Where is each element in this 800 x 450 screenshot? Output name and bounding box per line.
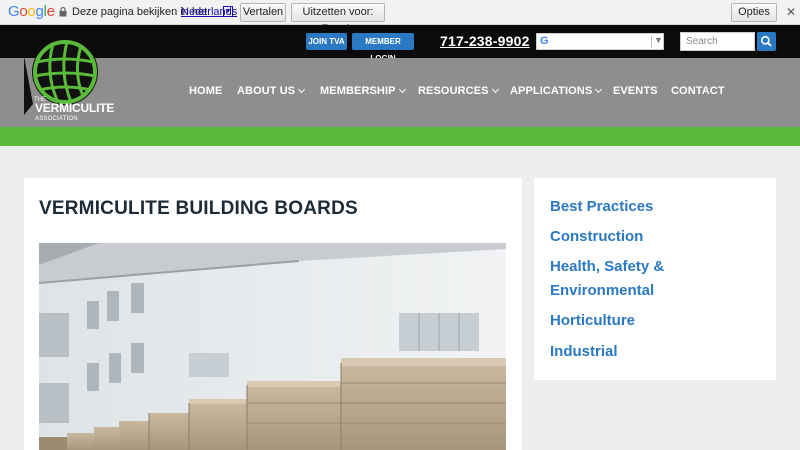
sidebar-link-best-practices[interactable]: Best Practices [550, 195, 653, 219]
logo-wordmark: VERMICULITE [35, 101, 115, 115]
sidebar-link-industrial[interactable]: Industrial [550, 340, 618, 364]
chevron-down-icon [298, 85, 306, 94]
search-icon [760, 35, 772, 47]
close-icon[interactable]: ✕ [786, 5, 796, 19]
join-button[interactable]: JOIN TVA [306, 33, 347, 50]
turn-off-translate-button[interactable]: Uitzetten voor: Engels [291, 3, 385, 35]
sidebar-link-health-safety[interactable]: Health, Safety & [550, 255, 664, 279]
phone-link[interactable]: 717-238-9902 [440, 33, 530, 49]
translate-bar: Google Deze pagina bekijken in het: Nede… [0, 0, 800, 35]
google-g-icon: G [540, 35, 549, 47]
sidebar-link-horticulture[interactable]: Horticulture [550, 309, 635, 333]
page-title: VERMICULITE BUILDING BOARDS [39, 198, 358, 219]
nav-applications[interactable]: APPLICATIONS [510, 85, 603, 97]
google-logo: Google [8, 3, 55, 20]
google-custom-search[interactable]: G ▼ [536, 33, 664, 50]
translate-button[interactable]: Vertalen [240, 3, 286, 22]
logo-association-text: ASSOCIATION [35, 116, 78, 122]
sidebar-link-environmental[interactable]: Environmental [550, 279, 654, 303]
green-accent-bar [0, 127, 800, 146]
nav-resources[interactable]: RESOURCES [418, 85, 499, 97]
divider [651, 36, 652, 48]
sidebar-link-construction[interactable]: Construction [550, 225, 643, 249]
search-button[interactable] [757, 32, 776, 51]
chevron-down-icon [595, 85, 603, 94]
member-login-button[interactable]: MEMBER LOGIN [352, 33, 414, 63]
nav-home[interactable]: HOME [189, 85, 222, 97]
building-boards-photo [39, 243, 506, 450]
language-dropdown-icon[interactable]: ▼ [223, 6, 233, 17]
nav-membership[interactable]: MEMBERSHIP [320, 85, 406, 97]
chevron-down-icon [398, 85, 406, 94]
nav-events[interactable]: EVENTS [613, 85, 658, 97]
search-input[interactable]: Search [680, 32, 755, 51]
chevron-down-icon[interactable]: ▼ [654, 35, 663, 45]
nav-contact[interactable]: CONTACT [671, 85, 725, 97]
lock-icon [59, 7, 67, 17]
options-button[interactable]: Opties ▼ [731, 3, 777, 35]
chevron-down-icon [491, 85, 499, 94]
nav-about-us[interactable]: ABOUT US [237, 85, 306, 97]
